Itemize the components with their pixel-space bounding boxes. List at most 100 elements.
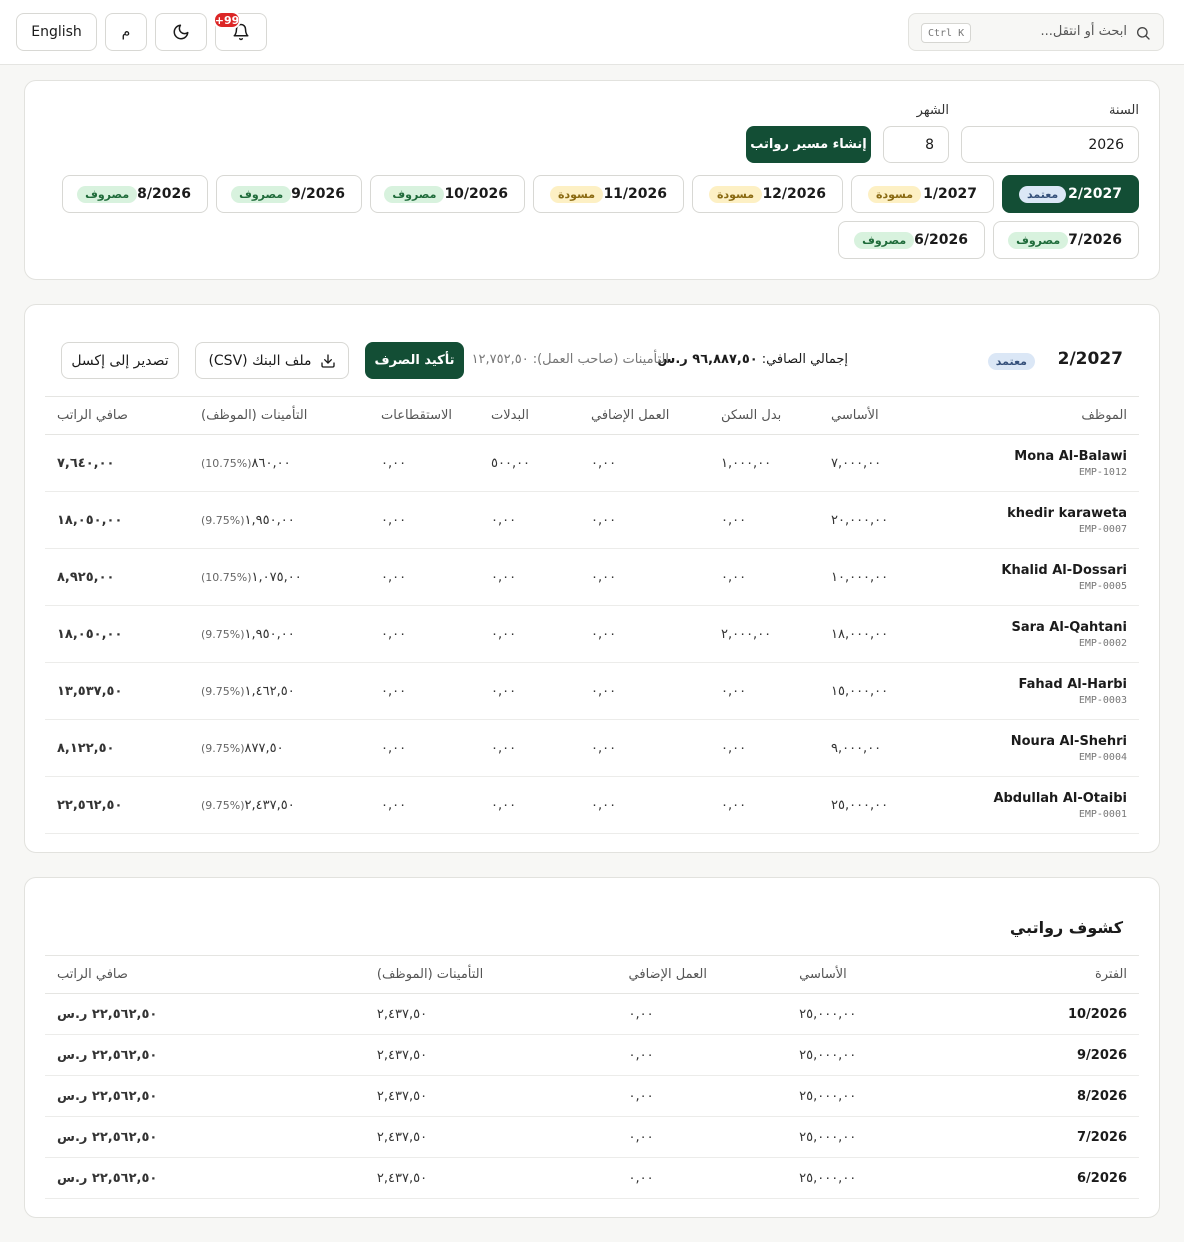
basic-cell: ٩,٠٠٠,٠٠	[819, 719, 949, 777]
housing-cell: ٠,٠٠	[709, 662, 819, 720]
net-total: إجمالي الصافي: ٩٦,٨٨٧,٥٠ ر.س	[657, 352, 848, 367]
period-chip[interactable]: 9/2026 مصروف	[216, 175, 362, 213]
moon-icon	[173, 24, 189, 40]
column-header[interactable]: العمل الإضافي	[616, 955, 788, 994]
period-chip-label: 2/2027	[1068, 186, 1122, 202]
ins-cell: ٢,٤٣٧,٥٠	[364, 993, 617, 1035]
table-row[interactable]: khedir karaweta EMP-0007 ٢٠,٠٠٠,٠٠ ٠,٠٠ ٠,٠٠…	[45, 491, 1139, 549]
overtime-cell: ٠,٠٠	[579, 491, 709, 549]
insurance-rate: (10.75%)	[201, 456, 252, 470]
table-row[interactable]: Abdullah Al-Otaibi EMP-0001 ٢٥,٠٠٠,٠٠ ٠,٠٠ ٠…	[45, 776, 1139, 834]
table-row[interactable]: Sara Al-Qahtani EMP-0002 ١٨,٠٠٠,٠٠ ٢,٠٠٠,٠٠…	[45, 605, 1139, 663]
table-row[interactable]: Khalid Al-Dossari EMP-0005 ١٠,٠٠٠,٠٠ ٠,٠٠ ٠,…	[45, 548, 1139, 606]
period-chip[interactable]: 12/2026 مسودة	[692, 175, 843, 213]
employee-cell: Fahad Al-Harbi EMP-0003	[949, 662, 1139, 720]
column-header[interactable]: صافي الراتب	[45, 955, 365, 994]
export-excel-button[interactable]: تصدير إلى إكسل	[61, 342, 179, 379]
basic-cell: ٢٥,٠٠٠,٠٠	[819, 776, 949, 834]
period-chip-label: 11/2026	[603, 186, 667, 202]
basic-cell: ٢٥,٠٠٠,٠٠	[787, 993, 948, 1035]
period-chip[interactable]: 8/2026 مصروف	[62, 175, 208, 213]
net-salary-cell: ١٣,٥٣٧,٥٠	[45, 662, 189, 720]
month-input[interactable]: 8	[883, 126, 949, 163]
calendar-toggle-button[interactable]: م	[105, 13, 147, 51]
net-salary-cell: ١٨,٠٥٠,٠٠	[45, 605, 189, 663]
column-header[interactable]: التأمينات (الموظف)	[189, 396, 369, 435]
table-row[interactable]: 9/2026 ٢٥,٠٠٠,٠٠ ٠,٠٠ ٢,٤٣٧,٥٠ ٢٢,٥٦٢,٥٠ ر.س	[45, 1034, 1139, 1076]
period-status-badge: مصروف	[231, 185, 292, 203]
basic-cell: ٢٥,٠٠٠,٠٠	[787, 1034, 948, 1076]
insurance-amount: ١,٩٥٠,٠٠	[244, 626, 295, 642]
period-cell: 8/2026	[947, 1075, 1139, 1117]
net-cell: ٢٢,٥٦٢,٥٠ ر.س	[45, 993, 365, 1035]
table-row[interactable]: 10/2026 ٢٥,٠٠٠,٠٠ ٠,٠٠ ٢,٤٣٧,٥٠ ٢٢,٥٦٢,٥٠ ر.…	[45, 993, 1139, 1035]
employer-insurance: التأمينات (صاحب العمل): ١٢,٧٥٢,٥٠	[472, 352, 669, 367]
column-header[interactable]: التأمينات (الموظف)	[364, 955, 617, 994]
column-header[interactable]: الاستقطاعات	[369, 396, 479, 435]
employee-code: EMP-1012	[1078, 466, 1127, 478]
employee-name: Mona Al-Balawi	[1014, 448, 1127, 464]
payroll-status-badge: معتمد	[987, 353, 1035, 370]
period-filter-card: السنة 2026 الشهر 8 إنشاء مسير رواتب 2/20…	[24, 80, 1160, 280]
column-header[interactable]: الأساسي	[787, 955, 948, 994]
net-salary-cell: ١٨,٠٥٠,٠٠	[45, 491, 189, 549]
column-header[interactable]: البدلات	[479, 396, 579, 435]
net-total-value: ٩٦,٨٨٧,٥٠ ر.س	[657, 352, 758, 367]
search-input[interactable]: ابحث أو انتقل...	[1040, 24, 1127, 39]
allowances-cell: ٠,٠٠	[479, 776, 579, 834]
theme-toggle-button[interactable]	[155, 13, 207, 51]
net-total-label: إجمالي الصافي:	[761, 352, 848, 367]
create-payroll-button[interactable]: إنشاء مسير رواتب	[746, 126, 871, 163]
insurance-rate: (9.75%)	[201, 513, 245, 527]
overtime-cell: ٠,٠٠	[579, 776, 709, 834]
bank-file-button[interactable]: ملف البنك (CSV)	[195, 342, 349, 379]
employee-name: Sara Al-Qahtani	[1011, 619, 1127, 635]
column-header[interactable]: الفترة	[947, 955, 1139, 994]
period-chip[interactable]: 1/2027 مسودة	[851, 175, 994, 213]
column-header[interactable]: الموظف	[949, 396, 1139, 435]
table-row[interactable]: Mona Al-Balawi EMP-1012 ٧,٠٠٠,٠٠ ١,٠٠٠,٠٠ ٠,…	[45, 434, 1139, 492]
period-status-badge: مسودة	[709, 185, 763, 203]
year-input[interactable]: 2026	[961, 126, 1139, 163]
employer-insurance-label: التأمينات (صاحب العمل):	[532, 352, 669, 367]
period-chip[interactable]: 10/2026 مصروف	[370, 175, 525, 213]
table-row[interactable]: Fahad Al-Harbi EMP-0003 ١٥,٠٠٠,٠٠ ٠,٠٠ ٠,٠٠ ٠…	[45, 662, 1139, 720]
table-row[interactable]: Noura Al-Shehri EMP-0004 ٩,٠٠٠,٠٠ ٠,٠٠ ٠,٠٠ ٠…	[45, 719, 1139, 777]
column-header[interactable]: بدل السكن	[709, 396, 819, 435]
overtime-cell: ٠,٠٠	[579, 548, 709, 606]
column-header[interactable]: الأساسي	[819, 396, 949, 435]
period-chip[interactable]: 2/2027 معتمد	[1002, 175, 1139, 213]
period-status-badge: مسودة	[550, 185, 604, 203]
insurance-rate: (9.75%)	[201, 684, 245, 698]
employee-insurance-cell: ١,٠٧٥,٠٠(10.75%)	[189, 548, 369, 606]
overtime-cell: ٠,٠٠	[616, 1034, 788, 1076]
search-box[interactable]: Ctrl K ابحث أو انتقل...	[908, 13, 1164, 51]
employee-name: Khalid Al-Dossari	[1001, 562, 1127, 578]
language-button[interactable]: English	[16, 13, 97, 51]
table-row[interactable]: 6/2026 ٢٥,٠٠٠,٠٠ ٠,٠٠ ٢,٤٣٧,٥٠ ٢٢,٥٦٢,٥٠ ر.س	[45, 1157, 1139, 1199]
period-chip[interactable]: 11/2026 مسودة	[533, 175, 684, 213]
insurance-amount: ١,٠٧٥,٠٠	[251, 569, 302, 585]
top-bar: English م +99 Ctrl K ابحث أو انتقل...	[0, 0, 1184, 65]
period-chip[interactable]: 7/2026 مصروف	[993, 221, 1139, 259]
column-header[interactable]: صافي الراتب	[45, 396, 189, 435]
ins-cell: ٢,٤٣٧,٥٠	[364, 1157, 617, 1199]
allowances-cell: ٠,٠٠	[479, 605, 579, 663]
overtime-cell: ٠,٠٠	[579, 434, 709, 492]
net-cell: ٢٢,٥٦٢,٥٠ ر.س	[45, 1075, 365, 1117]
period-status-badge: مصروف	[854, 231, 915, 249]
period-status-badge: مصروف	[77, 185, 138, 203]
column-header[interactable]: العمل الإضافي	[579, 396, 709, 435]
period-chip[interactable]: 6/2026 مصروف	[838, 221, 985, 259]
overtime-cell: ٠,٠٠	[616, 1075, 788, 1117]
employee-insurance-cell: ١,٩٥٠,٠٠(9.75%)	[189, 491, 369, 549]
basic-cell: ٢٥,٠٠٠,٠٠	[787, 1116, 948, 1158]
employee-cell: Abdullah Al-Otaibi EMP-0001	[949, 776, 1139, 834]
table-row[interactable]: 7/2026 ٢٥,٠٠٠,٠٠ ٠,٠٠ ٢,٤٣٧,٥٠ ٢٢,٥٦٢,٥٠ ر.س	[45, 1116, 1139, 1158]
confirm-payment-button[interactable]: تأكيد الصرف	[365, 342, 464, 379]
net-salary-cell: ٨,١٢٢,٥٠	[45, 719, 189, 777]
insurance-amount: ٨٧٧,٥٠	[244, 740, 284, 756]
employee-cell: Khalid Al-Dossari EMP-0005	[949, 548, 1139, 606]
allowances-cell: ٥٠٠,٠٠	[479, 434, 579, 492]
table-row[interactable]: 8/2026 ٢٥,٠٠٠,٠٠ ٠,٠٠ ٢,٤٣٧,٥٠ ٢٢,٥٦٢,٥٠ ر.س	[45, 1075, 1139, 1117]
